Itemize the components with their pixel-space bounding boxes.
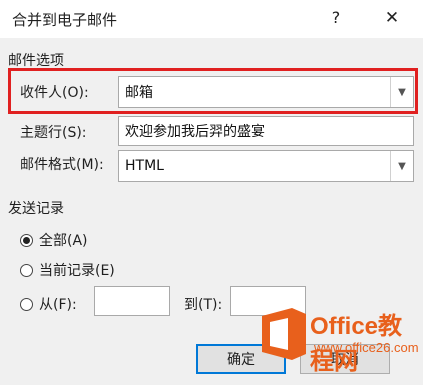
format-select[interactable]: HTML ▼	[118, 150, 414, 182]
subject-input-value: 欢迎参加我后羿的盛宴	[125, 124, 265, 140]
subject-input[interactable]: 欢迎参加我后羿的盛宴	[118, 116, 414, 146]
help-button[interactable]: ?	[324, 6, 348, 30]
to-record-label: 到(T):	[184, 297, 223, 313]
chevron-down-icon[interactable]: ▼	[390, 151, 413, 181]
office-logo-icon	[262, 308, 306, 360]
radio-all[interactable]: 全部(A)	[20, 230, 88, 250]
section-send-records: 发送记录	[8, 201, 64, 217]
radio-button-icon[interactable]	[20, 233, 33, 247]
window-title: 合并到电子邮件	[12, 11, 118, 29]
section-message-options: 邮件选项	[8, 53, 64, 69]
title-bar: 合并到电子邮件 ? ✕	[0, 0, 423, 38]
watermark: Office教程网 www.office26.com	[256, 300, 423, 385]
radio-button-icon[interactable]	[20, 297, 33, 311]
annotation-highlight-box	[8, 68, 418, 114]
radio-current-record[interactable]: 当前记录(E)	[20, 260, 115, 280]
close-button[interactable]: ✕	[380, 6, 404, 30]
radio-from[interactable]: 从(F):	[20, 294, 77, 314]
radio-all-label: 全部(A)	[39, 233, 88, 249]
format-label: 邮件格式(M):	[20, 157, 104, 173]
subject-label: 主题行(S):	[20, 125, 87, 141]
from-input[interactable]	[94, 286, 170, 316]
radio-button-icon[interactable]	[20, 263, 33, 277]
radio-from-label: 从(F):	[39, 297, 77, 313]
format-select-value: HTML	[125, 158, 164, 174]
radio-current-label: 当前记录(E)	[39, 263, 115, 279]
watermark-url: www.office26.com	[314, 340, 419, 355]
